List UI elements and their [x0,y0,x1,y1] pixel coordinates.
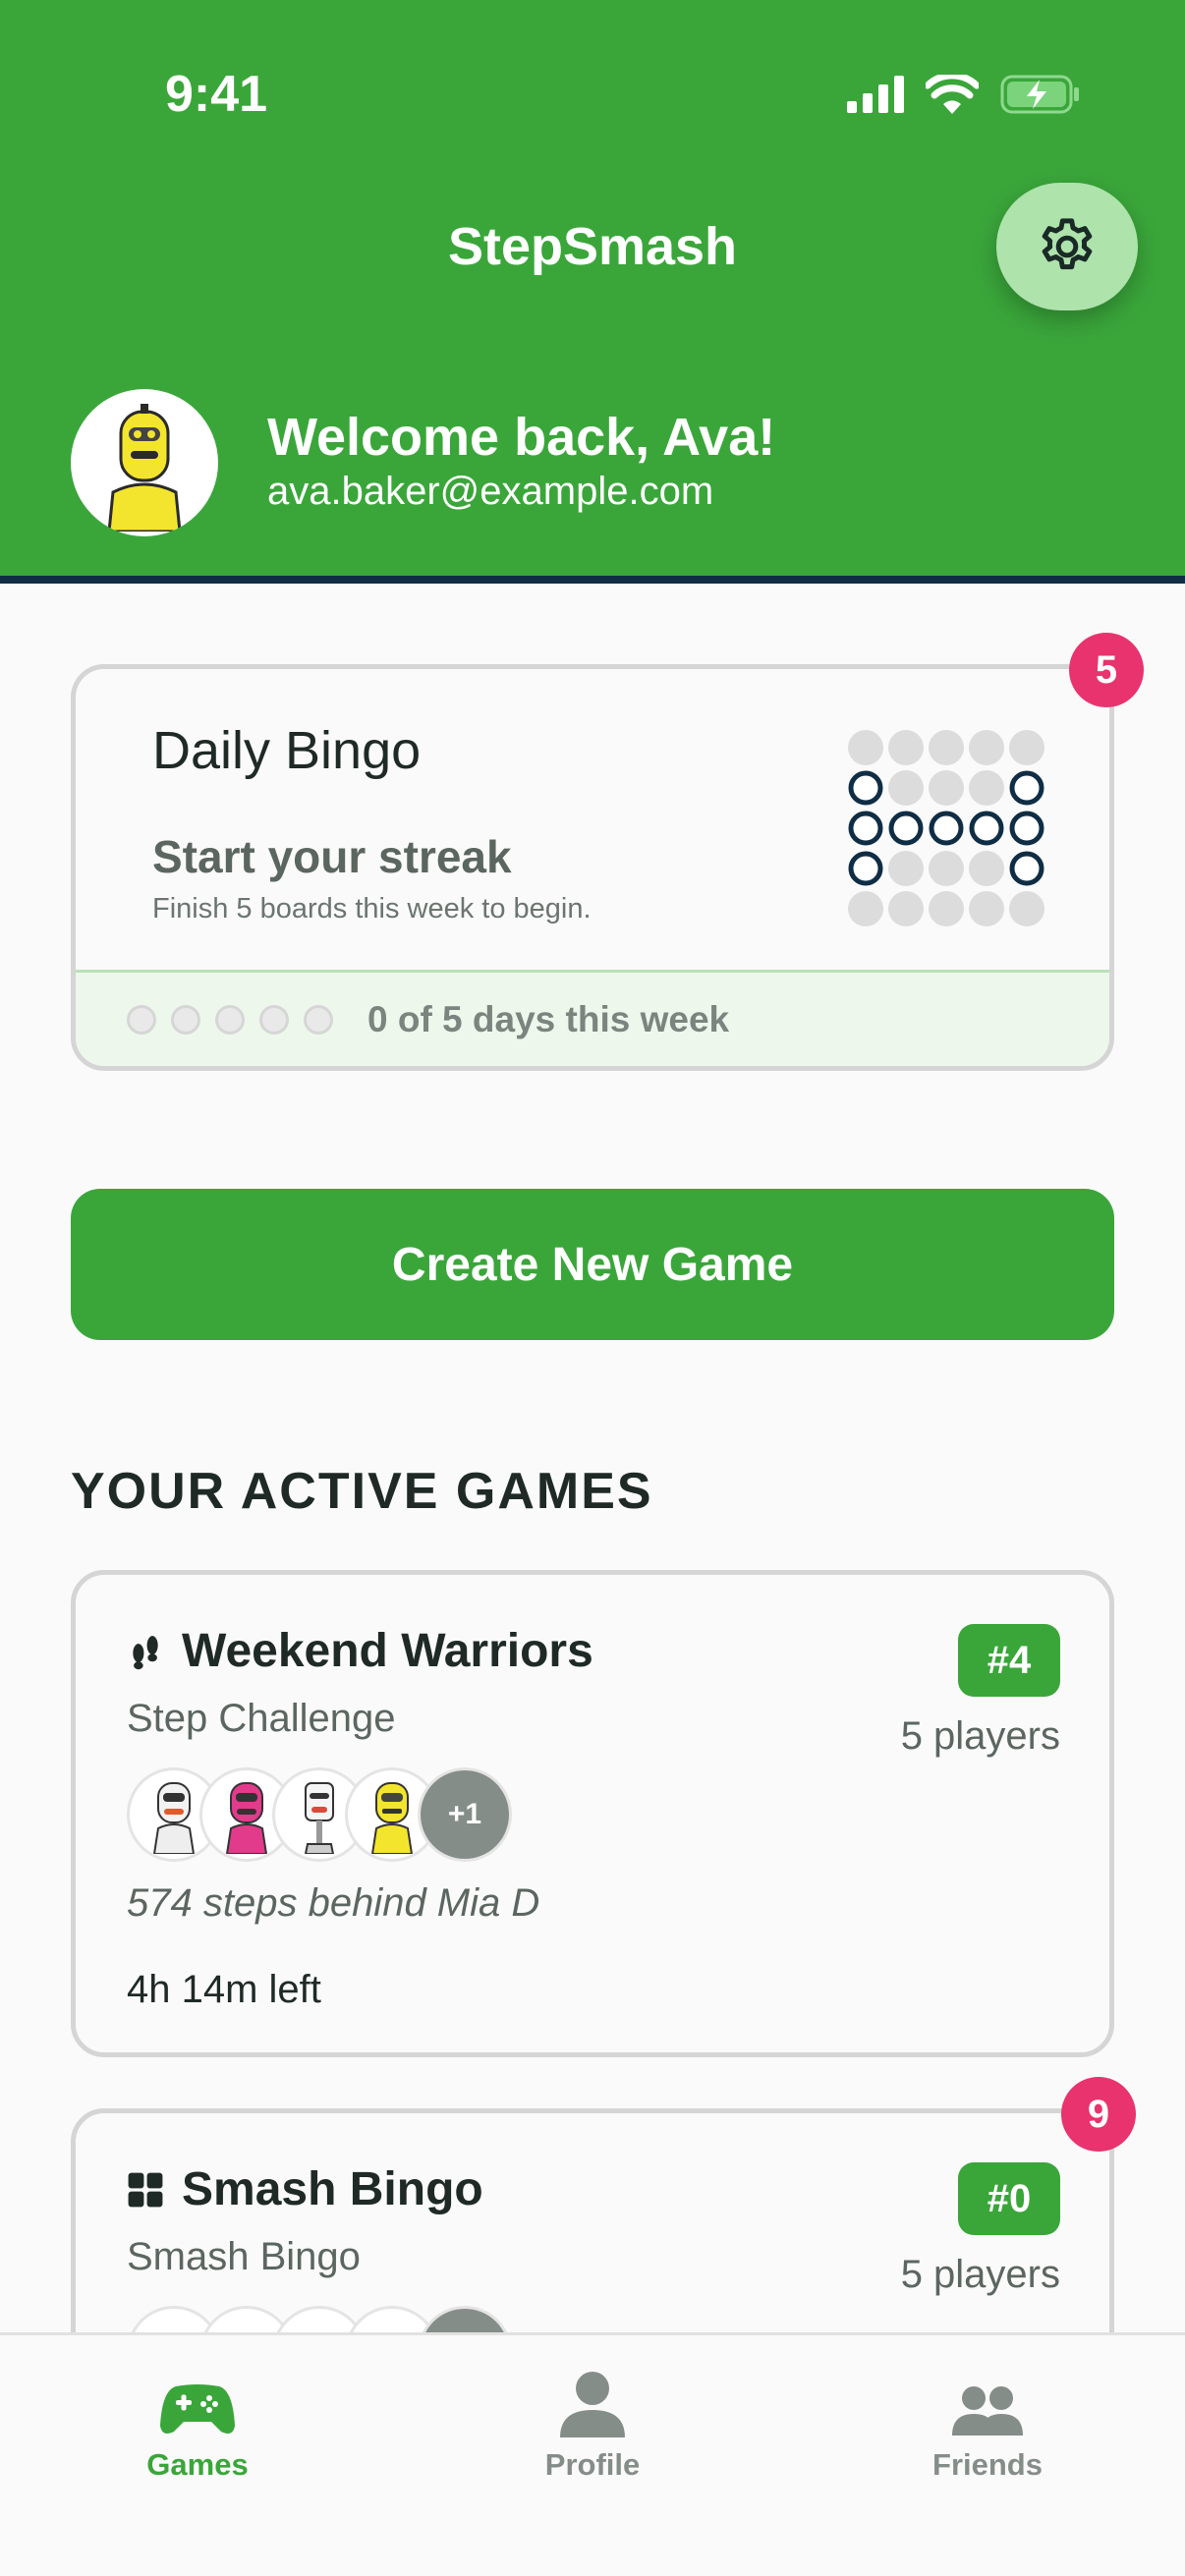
tab-friends[interactable]: Friends [790,2335,1185,2483]
rank-badge: #0 [958,2162,1060,2235]
daily-bingo-subtitle: Start your streak [152,831,512,882]
streak-days-text: 0 of 5 days this week [367,998,730,1039]
tab-profile[interactable]: Profile [395,2335,790,2483]
status-time: 9:41 [165,66,268,123]
footsteps-icon [133,1635,158,1669]
pink-robot-avatar-icon [225,1782,268,1854]
time-left: 4h 14m left [127,1968,321,2011]
gamepad-icon [160,2384,235,2434]
daily-bingo-card[interactable]: Daily Bingo Start your streak Finish 5 b… [71,664,1114,1071]
day-dot [259,1004,289,1035]
yellow-robot-avatar-icon [107,404,182,532]
day-dot [304,1004,333,1035]
daily-bingo-hint: Finish 5 boards this week to begin. [152,893,592,924]
daily-bingo-title: Daily Bingo [152,721,422,780]
day-dot [171,1004,200,1035]
person-icon [560,2372,625,2437]
tab-label: Friends [932,2447,1043,2482]
gear-icon [1042,218,1093,270]
game-card-weekend-warriors[interactable]: Weekend Warriors Step Challenge #4 5 pla… [71,1570,1114,2057]
player-count: 5 players [900,2253,1060,2296]
status-icons [847,75,1081,114]
people-icon [952,2386,1023,2436]
game-name-row: Smash Bingo [127,2162,483,2216]
streak-progress: 0 of 5 days this week [76,970,1109,1066]
battery-charging-icon [1000,75,1079,114]
welcome-message: Welcome back, Ava! [267,408,776,467]
app-header: 9:41 StepSmash Welcome back, Ava! ava.ba… [0,0,1185,584]
daily-bingo-notification-badge: 5 [1069,633,1144,707]
grid-icon [128,2172,163,2207]
tab-label: Games [146,2447,249,2482]
create-new-game-button[interactable]: Create New Game [71,1189,1114,1340]
active-games-heading: YOUR ACTIVE GAMES [71,1463,653,1520]
more-players-indicator: +1 [418,1767,512,1862]
bottom-tab-bar: Games Profile Friends [0,2332,1185,2576]
bingo-board-icon [848,730,1044,926]
user-avatar[interactable] [71,389,218,536]
player-count: 5 players [900,1714,1060,1758]
tab-games[interactable]: Games [0,2335,395,2483]
settings-button[interactable] [996,183,1138,310]
tab-label: Profile [544,2447,641,2482]
rank-badge: #4 [958,1624,1060,1697]
standing-text: 574 steps behind Mia D [127,1881,540,1925]
user-email: ava.baker@example.com [267,470,714,513]
game-name-row: Weekend Warriors [127,1624,593,1678]
cellular-signal-icon [847,76,904,113]
day-dot [215,1004,245,1035]
silver-robot-avatar-icon [304,1782,335,1854]
white-robot-avatar-icon [152,1782,196,1854]
game-type: Smash Bingo [127,2235,361,2278]
smash-bingo-notification-badge: 9 [1061,2077,1136,2152]
yellow-robot-avatar-icon [370,1782,414,1854]
wifi-icon [926,75,979,114]
day-dot [127,1004,156,1035]
game-name: Weekend Warriors [182,1625,593,1677]
game-type: Step Challenge [127,1697,396,1740]
game-name: Smash Bingo [182,2163,483,2215]
